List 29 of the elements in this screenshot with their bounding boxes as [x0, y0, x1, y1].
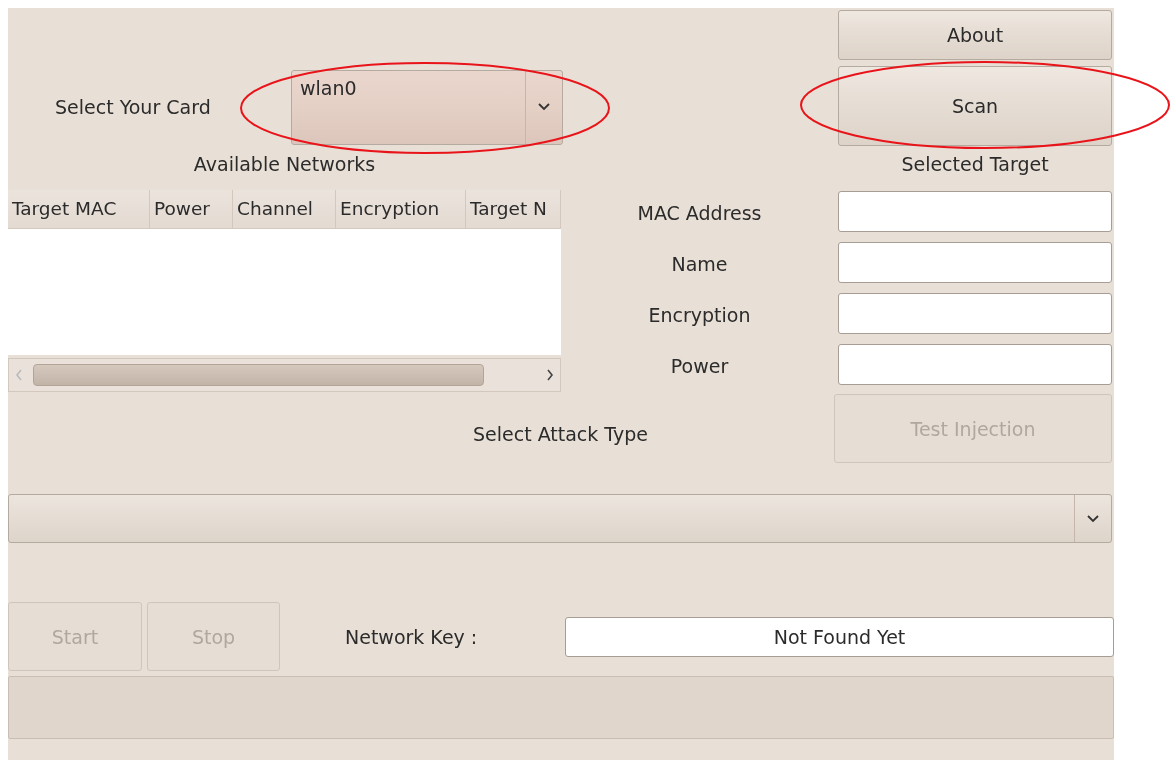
chevron-down-icon — [537, 102, 551, 112]
text-field[interactable] — [838, 191, 1112, 232]
network-key-field[interactable]: Not Found Yet — [565, 616, 1114, 657]
column-header[interactable]: Target MAC — [8, 190, 150, 228]
about-button[interactable]: About — [838, 10, 1112, 60]
column-header[interactable]: Encryption — [336, 190, 466, 228]
text-field[interactable] — [838, 242, 1112, 283]
field-label: Power — [669, 353, 730, 379]
chevron-down-icon — [1086, 513, 1100, 524]
attack-type-dropdown[interactable] — [8, 494, 1112, 543]
card-dropdown[interactable]: wlan0 — [291, 69, 563, 145]
text-field[interactable] — [838, 344, 1112, 385]
column-header[interactable]: Power — [150, 190, 233, 228]
field-label: Select Attack Type — [473, 423, 648, 445]
section-title: Available Networks — [193, 153, 376, 175]
scrollbar-thumb[interactable] — [33, 364, 484, 386]
horizontal-scrollbar[interactable] — [8, 358, 561, 392]
field-label: Network Key : — [345, 625, 478, 648]
section-title: Selected Target — [901, 153, 1049, 175]
chevron-left-icon — [15, 369, 23, 381]
field-label: MAC Address — [636, 200, 763, 226]
field-label: Select Your Card — [55, 96, 211, 118]
column-header[interactable]: Channel — [233, 190, 336, 228]
column-header[interactable]: Target N — [466, 190, 561, 228]
field-label: Encryption — [647, 302, 752, 328]
scan-button[interactable]: Scan — [838, 66, 1112, 146]
field-label: Name — [670, 251, 729, 277]
chevron-right-icon — [546, 369, 554, 381]
text-field[interactable] — [838, 293, 1112, 334]
